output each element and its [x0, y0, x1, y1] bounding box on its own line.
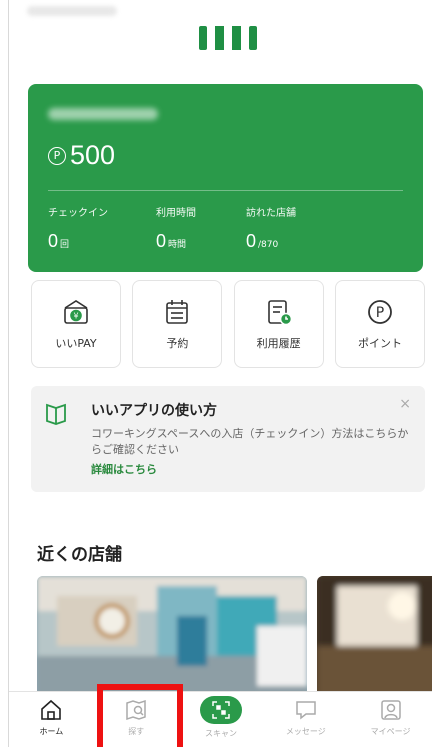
close-icon[interactable]: × [399, 396, 411, 412]
profile-icon [380, 700, 401, 720]
stat-label: 訪れた店舗 [246, 208, 296, 219]
app-logo [199, 26, 257, 50]
how-to-notice: いいアプリの使い方 コワーキングスペースへの入店（チェックイン）方法はこちらから… [31, 386, 425, 492]
action-label: ポイント [357, 337, 402, 350]
stat-visited-stores: 訪れた店舗 0/870 [246, 204, 296, 252]
tab-label: マイページ [370, 727, 411, 736]
stat-checkin: チェックイン 0回 [48, 204, 108, 252]
status-bar [27, 6, 117, 16]
message-icon [296, 701, 316, 720]
action-label: いいPAY [55, 337, 97, 350]
stat-unit: 時間 [168, 240, 187, 250]
calendar-icon [166, 300, 189, 324]
point-icon: P [368, 300, 392, 324]
action-usage-history[interactable]: 利用履歴 [233, 280, 324, 368]
stat-unit: 回 [60, 240, 70, 250]
home-icon [41, 699, 62, 720]
stat-value: 0 [48, 231, 59, 251]
action-reservation[interactable]: 予約 [132, 280, 223, 368]
stat-label: チェックイン [48, 208, 108, 219]
store-photo-image [37, 576, 307, 698]
notice-details-link[interactable]: 詳細はこちら [91, 461, 157, 477]
action-ii-pay[interactable]: ¥ いいPAY [31, 280, 121, 368]
stat-value: 0 [246, 231, 257, 251]
balance-amount: 500 [70, 140, 116, 170]
action-label: 予約 [166, 337, 189, 350]
svg-text:P: P [376, 305, 384, 321]
history-icon [267, 300, 292, 326]
tab-message[interactable]: メッセージ [263, 692, 348, 747]
point-balance: P 500 [48, 140, 115, 171]
action-points[interactable]: P ポイント [334, 280, 425, 368]
nearby-stores-title: 近くの店舗 [37, 545, 122, 565]
member-name-blurred [48, 108, 158, 120]
scan-button[interactable] [199, 696, 242, 724]
svg-text:¥: ¥ [73, 312, 78, 321]
tab-label: メッセージ [285, 727, 326, 736]
action-label: 利用履歴 [256, 337, 301, 350]
app-screen: P 500 チェックイン 0回 利用時間 0 時間 訪れた店舗 0/870 ¥ い… [8, 0, 432, 747]
tab-home[interactable]: ホーム [9, 692, 94, 747]
book-icon [46, 403, 66, 425]
notice-title: いいアプリの使い方 [91, 403, 217, 419]
stat-label: 利用時間 [156, 208, 196, 219]
tab-mypage[interactable]: マイページ [348, 692, 432, 747]
card-divider [48, 190, 403, 191]
store-photo-image [317, 576, 432, 698]
stat-unit: /870 [258, 240, 279, 250]
tab-scan[interactable]: スキャン [179, 692, 264, 747]
tab-label: スキャン [204, 729, 237, 738]
store-photo[interactable] [37, 576, 307, 698]
tab-label: ホーム [39, 727, 64, 736]
bottom-tab-bar: ホーム 探す スキャン メッセージ マイページ [9, 691, 432, 747]
member-card[interactable]: P 500 チェックイン 0回 利用時間 0 時間 訪れた店舗 0/870 [28, 84, 423, 272]
notice-body: コワーキングスペースへの入店（チェックイン）方法はこちらからご確認ください [91, 427, 409, 456]
stat-value: 0 [156, 231, 167, 251]
search-tab-highlight [97, 684, 183, 747]
store-photo[interactable] [317, 576, 432, 698]
stat-usage-time: 利用時間 0 時間 [156, 204, 196, 252]
quick-actions: ¥ いいPAY 予約 利用履歴 P ポイント [31, 280, 425, 368]
wallet-icon: ¥ [64, 300, 88, 324]
qr-scan-icon [212, 701, 230, 719]
point-icon: P [48, 146, 66, 165]
